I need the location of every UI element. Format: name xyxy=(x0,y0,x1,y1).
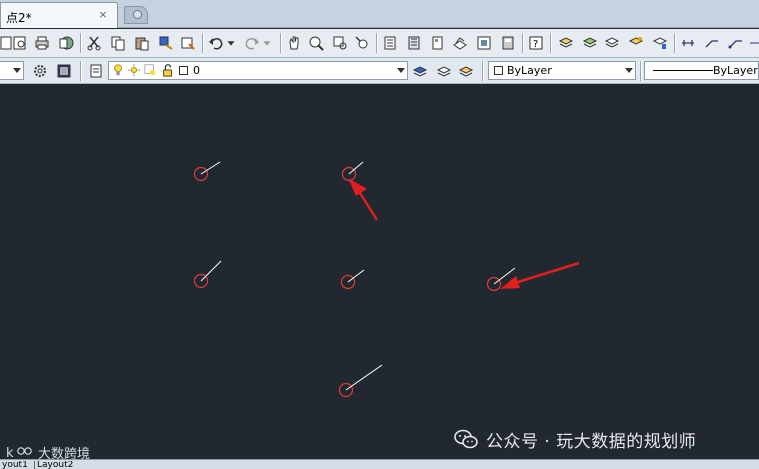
publish-icon[interactable] xyxy=(56,33,76,53)
viewport-freeze-icon[interactable] xyxy=(143,62,157,78)
sheet-set-icon[interactable] xyxy=(450,33,470,53)
linetype-combo[interactable]: ByLayer xyxy=(644,61,759,80)
lock-icon[interactable] xyxy=(161,62,175,78)
color-combo[interactable]: ByLayer xyxy=(488,61,636,80)
design-center-icon[interactable] xyxy=(404,33,424,53)
wechat-icon xyxy=(454,429,478,449)
layer-state-icon[interactable] xyxy=(580,33,600,53)
chevron-down-icon xyxy=(397,68,405,73)
svg-text:?: ? xyxy=(533,39,538,50)
cut-icon[interactable] xyxy=(84,33,104,53)
annotation-arrow-head xyxy=(500,276,520,289)
standard-toolbar: ? xyxy=(0,29,759,58)
layer-match-icon[interactable] xyxy=(626,33,646,53)
copy-icon[interactable] xyxy=(108,33,128,53)
layer-previous-icon[interactable] xyxy=(602,33,622,53)
layer-properties-icon[interactable] xyxy=(556,33,576,53)
layer-isolate-icon[interactable] xyxy=(650,33,670,53)
layer-manager-icon[interactable] xyxy=(86,61,106,81)
watermark-text: 公众号 · 玩大数据的规划师 xyxy=(486,431,697,452)
layer-color-icon xyxy=(179,66,188,75)
linetype-preview xyxy=(653,70,713,71)
table-icon[interactable] xyxy=(746,33,759,53)
layer-name: 0 xyxy=(193,64,200,77)
drawing-area xyxy=(193,161,580,398)
properties-icon[interactable] xyxy=(380,33,400,53)
calculator-icon[interactable] xyxy=(498,33,518,53)
linetype-value: ByLayer xyxy=(713,64,758,77)
fullscreen-icon[interactable] xyxy=(54,61,74,81)
tool-palettes-icon[interactable] xyxy=(428,33,448,53)
color-swatch xyxy=(494,66,503,75)
layers-toolbar: 0 ByLayer ByLayer xyxy=(0,58,759,84)
paste-icon[interactable] xyxy=(132,33,152,53)
block-editor-icon[interactable] xyxy=(178,33,198,53)
annotation-arrows xyxy=(348,178,580,289)
tab-layout2[interactable]: Layout2 xyxy=(34,461,73,469)
zoom-realtime-icon[interactable] xyxy=(306,33,326,53)
document-tab-title: 点2* xyxy=(6,11,32,25)
make-current-icon[interactable] xyxy=(410,61,430,81)
leader-line xyxy=(200,260,222,282)
lightbulb-on-icon[interactable] xyxy=(111,62,125,78)
multileader-icon[interactable] xyxy=(726,33,746,53)
redo-icon[interactable] xyxy=(242,33,262,53)
color-value: ByLayer xyxy=(507,64,552,77)
new-tab-button[interactable] xyxy=(124,6,148,24)
zoom-window-icon[interactable] xyxy=(330,33,350,53)
watermark: 公众号 · 玩大数据的规划师 xyxy=(454,427,697,452)
svg-text:k: k xyxy=(6,446,14,460)
brand-logo-icon: k xyxy=(6,446,32,460)
tab-layout1[interactable]: yout1 xyxy=(0,461,28,469)
undo-dropdown-icon[interactable] xyxy=(224,33,238,53)
close-icon[interactable]: × xyxy=(97,9,109,21)
match-properties-icon[interactable] xyxy=(156,33,176,53)
zoom-previous-icon[interactable] xyxy=(352,33,372,53)
open-icon[interactable] xyxy=(10,33,30,53)
layer-previous-2-icon[interactable] xyxy=(434,61,454,81)
annotation-arrow-head xyxy=(348,178,367,196)
layer-combo[interactable]: 0 xyxy=(108,61,408,80)
markup-icon[interactable] xyxy=(474,33,494,53)
layout-tab-bar: yout1 Layout2 xyxy=(0,459,759,469)
redo-dropdown-icon[interactable] xyxy=(260,33,274,53)
undo-icon[interactable] xyxy=(206,33,226,53)
dimension-icon[interactable] xyxy=(678,33,698,53)
document-tab-bar: 点2* × xyxy=(0,0,759,28)
workspace-settings-icon[interactable] xyxy=(30,61,50,81)
pan-icon[interactable] xyxy=(284,33,304,53)
document-tab[interactable]: 点2* × xyxy=(0,2,118,28)
leader-icon[interactable] xyxy=(702,33,722,53)
chevron-down-icon xyxy=(625,68,633,73)
leader-line xyxy=(345,364,383,391)
chevron-down-icon xyxy=(13,68,21,73)
layer-states-icon[interactable] xyxy=(456,61,476,81)
print-icon[interactable] xyxy=(32,33,52,53)
new-tab-icon xyxy=(133,10,142,19)
sun-freeze-icon[interactable] xyxy=(127,62,141,78)
drawing-canvas[interactable] xyxy=(0,85,759,459)
workspace-combo[interactable] xyxy=(0,61,24,80)
help-icon[interactable]: ? xyxy=(526,33,546,53)
